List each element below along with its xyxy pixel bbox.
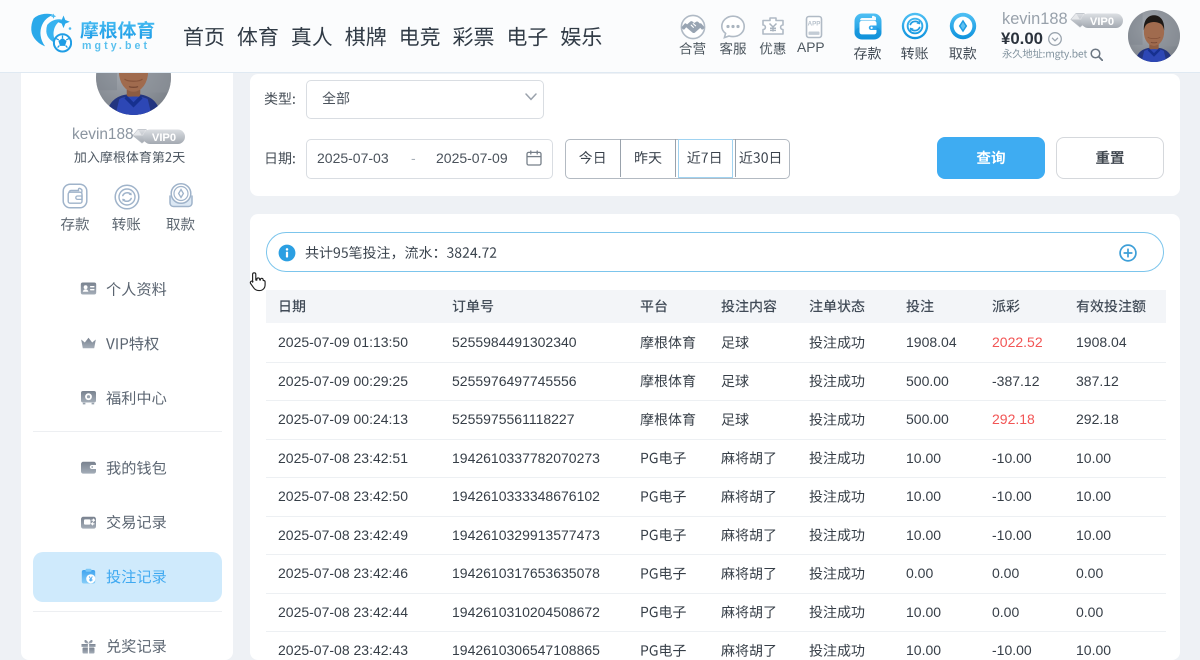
svg-text:VIP0: VIP0 <box>1090 16 1114 28</box>
svg-text:VIP0: VIP0 <box>152 131 176 143</box>
svg-text:¥: ¥ <box>88 576 92 583</box>
svg-text:APP: APP <box>808 21 821 28</box>
